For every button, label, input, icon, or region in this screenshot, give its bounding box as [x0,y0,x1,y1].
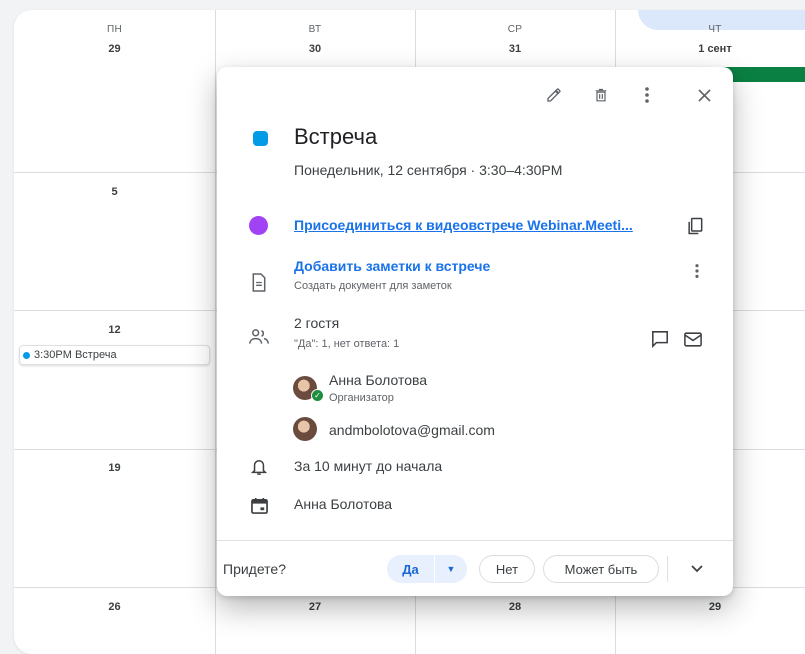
add-notes-link[interactable]: Добавить заметки к встрече [294,258,490,274]
footer-divider [217,540,733,541]
edit-icon[interactable] [543,84,565,106]
date-cell-19[interactable]: 19 [14,462,215,474]
accepted-check-icon: ✓ [311,389,324,402]
copy-icon[interactable] [683,214,707,238]
event-color-square [253,131,268,146]
notes-more-icon[interactable] [685,259,709,283]
guest-avatar [293,417,317,441]
rsvp-yes-label[interactable]: Да [387,562,434,577]
calendar-icon [247,493,271,517]
rsvp-dropdown-icon[interactable]: ▼ [435,564,467,574]
guests-icon [247,325,271,349]
rsvp-maybe-button[interactable]: Может быть [543,555,659,583]
col-divider [215,10,216,654]
guest-name-organizer: Анна Болотова [329,372,428,388]
chevron-down-icon[interactable] [685,557,709,581]
rsvp-no-button[interactable]: Нет [479,555,535,583]
event-details-popup: Встреча Понедельник, 12 сентября · 3:30–… [217,67,733,596]
document-icon [247,270,271,294]
day-header-wed: СР [507,24,523,35]
notes-subtitle: Создать документ для заметок [294,280,452,292]
guest-email: andmbolotova@gmail.com [329,422,495,438]
date-cell-30[interactable]: 30 [215,43,415,55]
guest-role: Организатор [329,392,394,404]
date-cell-27[interactable]: 27 [215,601,415,613]
date-cell-26[interactable]: 26 [14,601,215,613]
close-icon[interactable] [693,84,715,106]
rsvp-yes-button[interactable]: Да ▼ [387,555,467,583]
footer-separator [667,556,668,582]
reminder-text: За 10 минут до начала [294,458,443,474]
event-color-dot [23,351,30,359]
date-cell-31[interactable]: 31 [415,43,615,55]
day-header-mon: ПН [106,24,122,35]
date-cell-29-sep[interactable]: 29 [615,601,805,613]
more-options-icon[interactable] [636,84,658,106]
date-cell-29[interactable]: 29 [14,43,215,55]
event-datetime: Понедельник, 12 сентября · 3:30–4:30PM [294,162,563,178]
event-title: Встреча [294,124,378,149]
day-header-thu: ЧТ [708,24,722,35]
date-cell-5[interactable]: 5 [14,186,215,198]
date-cell-12[interactable]: 12 [14,324,215,336]
rsvp-question: Придете? [223,561,286,577]
chat-icon[interactable] [648,327,672,351]
guests-count: 2 гостя [294,315,340,331]
event-chip[interactable]: 3:30PM Встреча [19,345,210,365]
email-icon[interactable] [681,327,705,351]
calendar-owner: Анна Болотова [294,496,393,512]
event-chip-label: 3:30PM Встреча [34,349,117,361]
date-cell-28[interactable]: 28 [415,601,615,613]
guests-status: "Да": 1, нет ответа: 1 [294,338,400,350]
video-call-icon [249,216,268,235]
join-video-link[interactable]: Присоединиться к видеовстрече Webinar.Me… [294,217,633,233]
trash-icon[interactable] [590,84,612,106]
day-header-tue: ВТ [308,24,322,35]
date-cell-1-sep[interactable]: 1 сент [615,43,805,55]
bell-icon [247,455,271,479]
